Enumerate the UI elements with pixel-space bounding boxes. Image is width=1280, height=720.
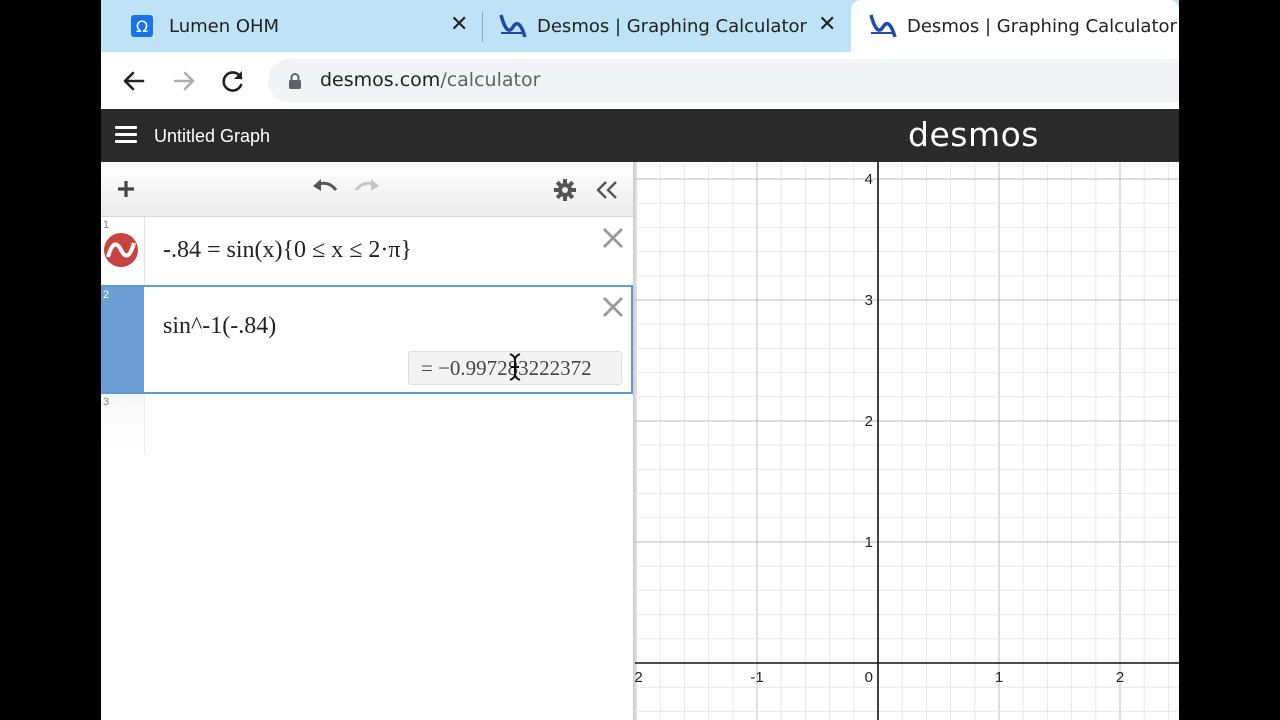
x-tick-label: 1 bbox=[995, 669, 1003, 686]
browser-toolbar: desmos.com/calculator bbox=[101, 52, 1179, 109]
desmos-logo: desmos bbox=[908, 115, 1039, 154]
screen: Ω Lumen OHM ✕ Desmos | Graphing Calculat… bbox=[101, 0, 1179, 720]
tab-title: Desmos | Graphing Calculator bbox=[537, 15, 807, 37]
text-cursor-icon bbox=[509, 353, 521, 381]
url-path: /calculator bbox=[440, 69, 541, 91]
expression-row-3[interactable]: 3 bbox=[101, 394, 633, 454]
row-number: 1 bbox=[103, 219, 110, 231]
redo-icon[interactable] bbox=[353, 178, 381, 198]
y-tick-label: 1 bbox=[865, 534, 873, 551]
tab-separator bbox=[482, 12, 483, 42]
expression-toolbar bbox=[101, 162, 633, 217]
expression-gutter: 3 bbox=[101, 394, 145, 454]
graph-title[interactable]: Untitled Graph bbox=[154, 126, 270, 147]
lock-icon[interactable] bbox=[287, 72, 303, 90]
graph-canvas[interactable]: -2 -1 0 1 2 1 2 3 4 bbox=[629, 162, 1179, 720]
reload-icon[interactable] bbox=[218, 66, 248, 96]
desmos-icon bbox=[869, 14, 897, 38]
row-number: 2 bbox=[103, 289, 110, 301]
delete-icon[interactable] bbox=[601, 226, 625, 250]
tab-strip: Ω Lumen OHM ✕ Desmos | Graphing Calculat… bbox=[101, 0, 1179, 52]
expression-gutter: 1 bbox=[101, 217, 145, 285]
tab-desmos-1[interactable]: Desmos | Graphing Calculator ✕ bbox=[485, 0, 851, 52]
forward-arrow-icon[interactable] bbox=[169, 66, 199, 96]
expression-math[interactable]: sin^-1(-.84) bbox=[163, 313, 276, 340]
y-tick-label: 2 bbox=[865, 413, 873, 430]
tab-title: Lumen OHM bbox=[169, 15, 280, 37]
close-icon[interactable]: ✕ bbox=[450, 14, 468, 36]
y-tick-label: 3 bbox=[865, 292, 873, 309]
expression-list: 1 -.84 = sin(x){0 ≤ x ≤ 2·π} 2 sin^-1(-.… bbox=[101, 162, 635, 720]
tab-desmos-active[interactable]: Desmos | Graphing Calculator bbox=[851, 0, 1179, 52]
close-icon[interactable]: ✕ bbox=[818, 14, 836, 36]
x-tick-label: -1 bbox=[750, 669, 763, 686]
desmos-header: Untitled Graph desmos bbox=[101, 109, 1179, 162]
desmos-icon bbox=[499, 14, 527, 38]
x-tick-label: -2 bbox=[635, 669, 643, 686]
tab-title: Desmos | Graphing Calculator bbox=[907, 15, 1177, 37]
url-text[interactable]: desmos.com/calculator bbox=[320, 69, 540, 91]
url-host: desmos.com bbox=[320, 69, 441, 91]
collapse-panel-icon[interactable] bbox=[595, 179, 619, 201]
delete-icon[interactable] bbox=[601, 295, 625, 319]
expression-math[interactable]: -.84 = sin(x){0 ≤ x ≤ 2·π} bbox=[163, 237, 412, 264]
row-number: 3 bbox=[103, 396, 110, 408]
expression-gutter: 2 bbox=[101, 287, 144, 392]
expression-row-1[interactable]: 1 -.84 = sin(x){0 ≤ x ≤ 2·π} bbox=[101, 217, 633, 286]
tab-lumen-ohm[interactable]: Ω Lumen OHM ✕ bbox=[101, 0, 481, 52]
menu-icon[interactable] bbox=[115, 126, 137, 144]
graph-paper[interactable]: -2 -1 0 1 2 1 2 3 4 bbox=[629, 162, 1179, 720]
address-bar[interactable]: desmos.com/calculator bbox=[268, 59, 1179, 102]
gear-icon[interactable] bbox=[554, 179, 576, 201]
y-tick-label: 4 bbox=[865, 171, 873, 188]
x-tick-label: 0 bbox=[865, 669, 873, 686]
expression-row-2[interactable]: 2 sin^-1(-.84) = −0.997283222372 bbox=[101, 285, 633, 394]
curve-color-icon[interactable] bbox=[103, 232, 139, 268]
add-item-icon[interactable] bbox=[116, 179, 136, 199]
x-tick-label: 2 bbox=[1116, 669, 1124, 686]
undo-icon[interactable] bbox=[311, 178, 339, 198]
omega-icon: Ω bbox=[131, 15, 153, 37]
back-arrow-icon[interactable] bbox=[119, 66, 149, 96]
